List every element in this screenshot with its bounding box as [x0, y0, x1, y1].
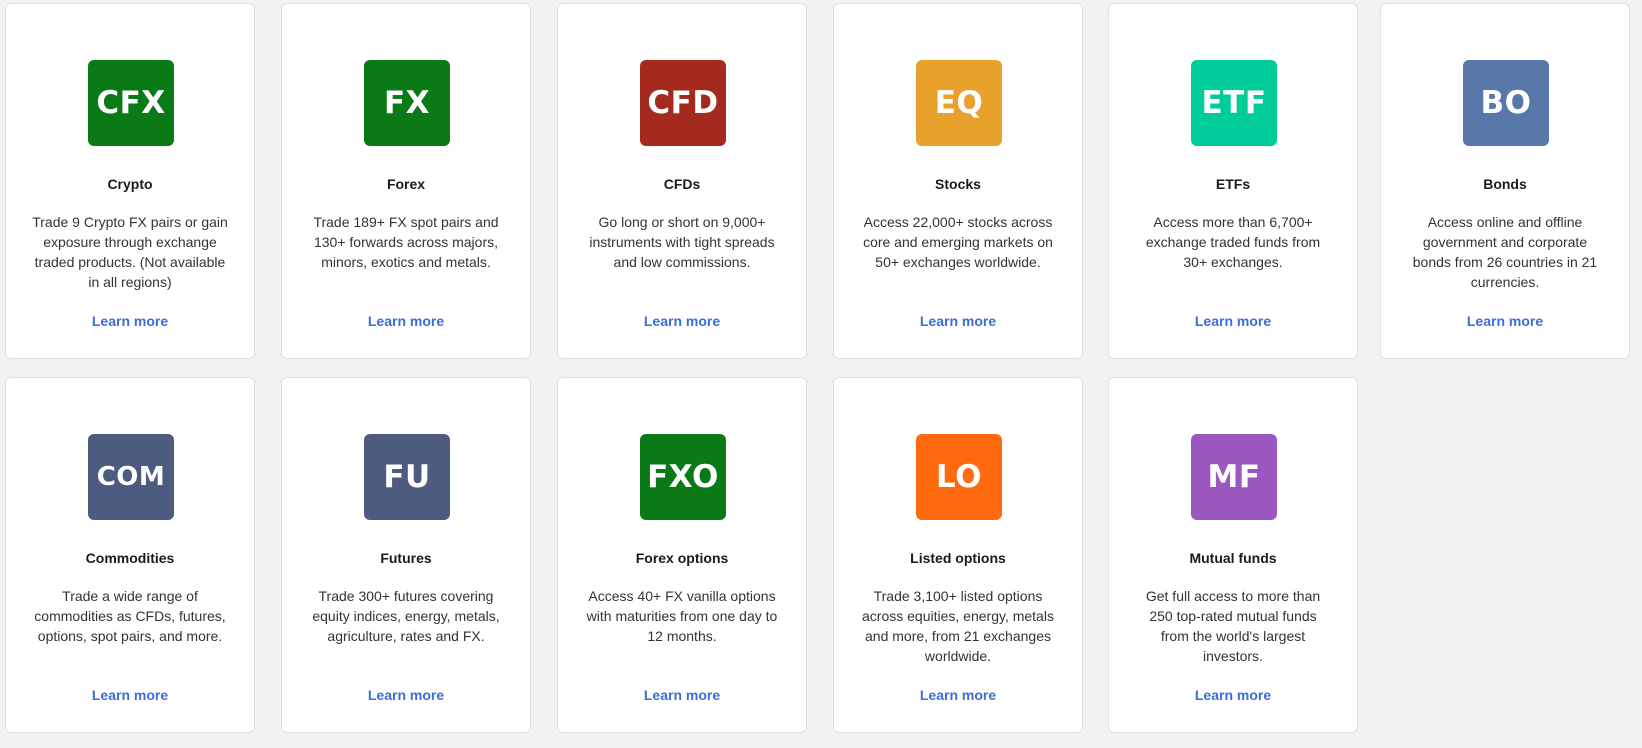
product-description: Trade 3,100+ listed options across equit…	[862, 588, 1054, 664]
product-title: Listed options	[910, 550, 1006, 566]
product-description: Trade 189+ FX spot pairs and 130+ forwar…	[313, 214, 499, 270]
product-card-cfds: CFD CFDs Go long or short on 9,000+ inst…	[557, 3, 807, 359]
learn-more-link[interactable]: Learn more	[282, 313, 530, 329]
product-title: Crypto	[107, 176, 153, 192]
product-title: Forex	[386, 176, 426, 192]
product-title: ETFs	[1215, 176, 1251, 192]
product-title: Bonds	[1483, 176, 1527, 192]
product-title: Commodities	[85, 550, 175, 566]
stocks-icon: EQ	[916, 60, 1002, 146]
learn-more-link[interactable]: Learn more	[6, 313, 254, 329]
product-title: Mutual funds	[1189, 550, 1277, 566]
learn-more-link[interactable]: Learn more	[834, 687, 1082, 703]
cfds-icon: CFD	[640, 60, 726, 146]
product-card-forex: FX Forex Trade 189+ FX spot pairs and 13…	[281, 3, 531, 359]
product-card-crypto: CFX Crypto Trade 9 Crypto FX pairs or ga…	[5, 3, 255, 359]
forex-options-icon: FXO	[640, 434, 726, 520]
etfs-icon: ETF	[1191, 60, 1277, 146]
learn-more-link[interactable]: Learn more	[558, 687, 806, 703]
product-title: CFDs	[663, 176, 701, 192]
learn-more-link[interactable]: Learn more	[1381, 313, 1629, 329]
learn-more-link[interactable]: Learn more	[1109, 687, 1357, 703]
product-card-stocks: EQ Stocks Access 22,000+ stocks across c…	[833, 3, 1083, 359]
product-description: Go long or short on 9,000+ instruments w…	[589, 214, 775, 270]
bonds-icon: BO	[1463, 60, 1549, 146]
product-card-etfs: ETF ETFs Access more than 6,700+ exchang…	[1108, 3, 1358, 359]
learn-more-link[interactable]: Learn more	[1109, 313, 1357, 329]
product-card-futures: FU Futures Trade 300+ futures covering e…	[281, 377, 531, 733]
listed-options-icon: LO	[916, 434, 1002, 520]
product-description: Trade 300+ futures covering equity indic…	[312, 588, 500, 644]
product-card-mutual-funds: MF Mutual funds Get full access to more …	[1108, 377, 1358, 733]
product-card-listed-options: LO Listed options Trade 3,100+ listed op…	[833, 377, 1083, 733]
product-description: Access 22,000+ stocks across core and em…	[863, 214, 1053, 270]
product-description: Access online and offline government and…	[1412, 214, 1598, 290]
product-card-bonds: BO Bonds Access online and offline gover…	[1380, 3, 1630, 359]
product-title: Forex options	[635, 550, 729, 566]
futures-icon: FU	[364, 434, 450, 520]
learn-more-link[interactable]: Learn more	[6, 687, 254, 703]
commodities-icon: COM	[88, 434, 174, 520]
product-description: Trade 9 Crypto FX pairs or gain exposure…	[32, 214, 228, 290]
product-card-commodities: COM Commodities Trade a wide range of co…	[5, 377, 255, 733]
product-description: Access 40+ FX vanilla options with matur…	[586, 588, 778, 644]
learn-more-link[interactable]: Learn more	[558, 313, 806, 329]
forex-icon: FX	[364, 60, 450, 146]
product-title: Stocks	[935, 176, 981, 192]
learn-more-link[interactable]: Learn more	[834, 313, 1082, 329]
product-grid: CFX Crypto Trade 9 Crypto FX pairs or ga…	[0, 0, 1642, 748]
learn-more-link[interactable]: Learn more	[282, 687, 530, 703]
product-description: Access more than 6,700+ exchange traded …	[1145, 214, 1321, 270]
product-description: Get full access to more than 250 top-rat…	[1145, 588, 1321, 664]
mutual-funds-icon: MF	[1191, 434, 1277, 520]
product-card-forex-options: FXO Forex options Access 40+ FX vanilla …	[557, 377, 807, 733]
crypto-icon: CFX	[88, 60, 174, 146]
product-description: Trade a wide range of commodities as CFD…	[34, 588, 226, 644]
product-title: Futures	[380, 550, 432, 566]
